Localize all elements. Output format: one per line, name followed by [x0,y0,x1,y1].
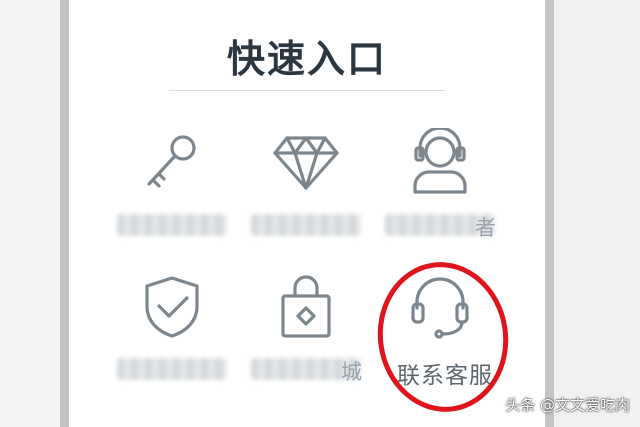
quick-entry-label-tail: 者 [475,216,496,240]
shield-check-icon [137,272,207,342]
quick-entry-label-blurred [251,214,361,236]
key-icon [137,128,207,198]
quick-entry-label-blurred [117,214,227,236]
right-background [548,0,640,427]
screen: 快速入口 者 城 联系客服 头条 @文文爱吃肉 [0,0,640,427]
quick-entry-security[interactable] [107,272,237,392]
quick-entry-customer-service[interactable]: 者 [375,126,505,248]
quick-entry-label-tail: 城 [341,360,362,384]
quick-entry-mall[interactable]: 城 [241,272,371,392]
quick-entry-diamond[interactable] [241,128,371,248]
quick-entry-label-blurred [117,358,227,380]
panel-title: 快速入口 [226,37,387,81]
diamond-icon [271,128,341,198]
customer-service-avatar-icon [405,126,475,198]
watermark: 头条 @文文爱吃肉 [505,396,630,414]
shopping-bag-icon [271,272,341,342]
quick-entry-key[interactable] [107,128,237,248]
title-divider [169,90,445,91]
left-background [0,0,58,427]
